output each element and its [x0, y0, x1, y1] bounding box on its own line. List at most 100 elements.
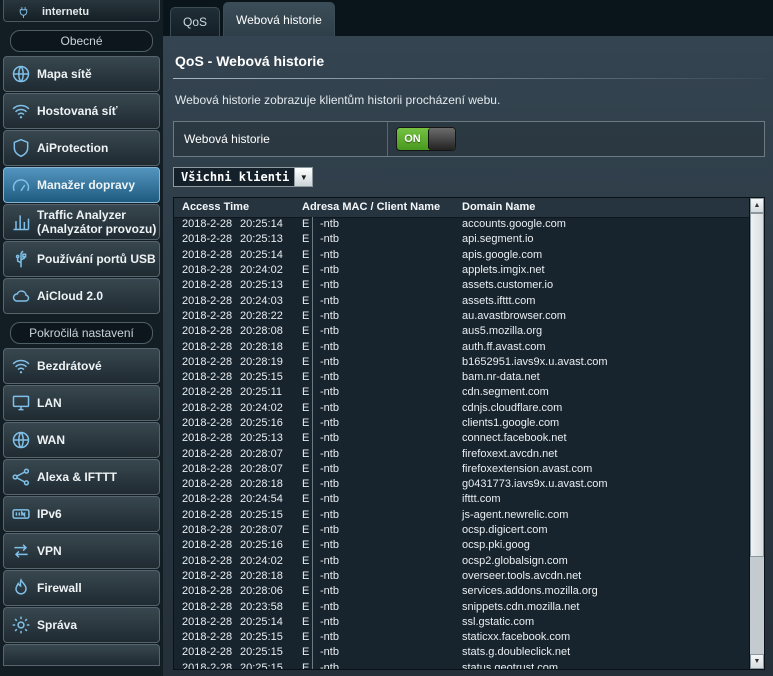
scrollbar-thumb[interactable] [750, 213, 764, 557]
table-row: 2018-2-2820:23:58E-ntbsnippets.cdn.mozil… [174, 599, 749, 614]
sidebar-item-sprava[interactable]: Správa [3, 607, 160, 643]
scroll-down-icon[interactable]: ▼ [750, 654, 764, 669]
sidebar-item-label: IPv6 [37, 507, 62, 521]
sidebar-item-bezdratove[interactable]: Bezdrátové [3, 348, 160, 384]
web-history-table: Access Time Adresa MAC / Client Name Dom… [173, 197, 765, 670]
domain-name-cell: connect.facebook.net [462, 432, 749, 445]
traffic-analyzer-icon [8, 212, 34, 232]
client-filter-value: Všichni klienti [174, 168, 294, 186]
sidebar-item-label: AiProtection [37, 141, 108, 155]
client-name-cell: -ntb [312, 630, 462, 645]
access-date: 2018-2-28 [182, 570, 240, 583]
access-clock: 20:24:02 [240, 264, 283, 277]
tab-qos[interactable]: QoS [170, 7, 220, 36]
domain-name-cell: staticxx.facebook.com [462, 631, 749, 644]
access-date: 2018-2-28 [182, 218, 240, 231]
access-date: 2018-2-28 [182, 295, 240, 308]
client-filter-dropdown[interactable]: Všichni klienti ▼ [173, 167, 313, 187]
access-date: 2018-2-28 [182, 371, 240, 384]
web-history-toggle-label: Webová historie [174, 122, 388, 156]
table-row: 2018-2-2820:28:18E-ntboverseer.tools.avc… [174, 569, 749, 584]
access-time-cell: 2018-2-2820:28:07 [174, 463, 302, 476]
internet-button[interactable]: internetu [3, 0, 160, 22]
access-date: 2018-2-28 [182, 325, 240, 338]
sidebar-section-title-obecne: Obecné [10, 30, 153, 52]
table-row: 2018-2-2820:28:19E-ntbb1652951.iavs9x.u.… [174, 355, 749, 370]
table-row: 2018-2-2820:25:13E-ntbassets.customer.io [174, 278, 749, 293]
tab-webova-historie[interactable]: Webová historie [223, 2, 335, 36]
sidebar-item-label: AiCloud 2.0 [37, 289, 103, 303]
access-clock: 20:28:07 [240, 448, 283, 461]
access-date: 2018-2-28 [182, 341, 240, 354]
access-date: 2018-2-28 [182, 601, 240, 614]
main-area: QoSWebová historie QoS - Webová historie… [163, 0, 773, 676]
mac-cell: E [302, 325, 312, 338]
sidebar-item-ipv6[interactable]: IPv6 [3, 496, 160, 532]
access-date: 2018-2-28 [182, 616, 240, 629]
access-time-cell: 2018-2-2820:25:14 [174, 249, 302, 262]
mac-cell: E [302, 539, 312, 552]
sidebar-item-manazer-dopravy[interactable]: Manažer dopravy [3, 167, 160, 203]
mac-cell: E [302, 646, 312, 659]
access-time-cell: 2018-2-2820:28:18 [174, 570, 302, 583]
table-scrollbar[interactable]: ▲ ▼ [749, 198, 764, 669]
client-name-cell: -ntb [312, 554, 462, 569]
access-clock: 20:25:16 [240, 417, 283, 430]
access-clock: 20:25:11 [240, 386, 282, 399]
sidebar-item-lan[interactable]: LAN [3, 385, 160, 421]
sidebar-item-vpn[interactable]: VPN [3, 533, 160, 569]
table-row: 2018-2-2820:25:11E-ntbcdn.segment.com [174, 385, 749, 400]
table-row: 2018-2-2820:25:15E-ntbstats.g.doubleclic… [174, 645, 749, 660]
access-date: 2018-2-28 [182, 386, 240, 399]
scroll-up-icon[interactable]: ▲ [750, 198, 764, 213]
traffic-manager-icon [8, 175, 34, 195]
access-clock: 20:25:16 [240, 539, 283, 552]
access-time-cell: 2018-2-2820:25:15 [174, 371, 302, 384]
header-access-time: Access Time [174, 200, 302, 215]
client-name-cell: -ntb [312, 232, 462, 247]
access-clock: 20:28:19 [240, 356, 283, 369]
access-time-cell: 2018-2-2820:28:06 [174, 585, 302, 598]
sidebar-item-aicloud-2-0[interactable]: AiCloud 2.0 [3, 278, 160, 314]
domain-name-cell: aus5.mozilla.org [462, 325, 749, 338]
sidebar-item-aiprotection[interactable]: AiProtection [3, 130, 160, 166]
domain-name-cell: g0431773.iavs9x.u.avast.com [462, 478, 749, 491]
access-clock: 20:23:58 [240, 601, 283, 614]
sidebar-section-title-pokrocila-nastaveni: Pokročilá nastavení [10, 322, 153, 344]
access-date: 2018-2-28 [182, 264, 240, 277]
mac-cell: E [302, 509, 312, 522]
access-date: 2018-2-28 [182, 524, 240, 537]
mac-cell: E [302, 555, 312, 568]
web-history-toggle[interactable]: ON [396, 127, 456, 151]
sidebar: internetu Obecné Mapa sítěHostovaná síť Ai… [0, 0, 163, 676]
domain-name-cell: cdnjs.cloudflare.com [462, 402, 749, 415]
sidebar-item-firewall[interactable]: Firewall [3, 570, 160, 606]
sidebar-item-pouzivani-portu-usb[interactable]: Používání portů USB [3, 241, 160, 277]
mac-cell: E [302, 310, 312, 323]
sidebar-item-alexa-ifttt[interactable]: Alexa & IFTTT [3, 459, 160, 495]
sidebar-item-mapa-site[interactable]: Mapa sítě [3, 56, 160, 92]
table-body: 2018-2-2820:25:14E-ntbaccounts.google.co… [174, 217, 749, 669]
client-name-cell: -ntb [312, 416, 462, 431]
sidebar-item-traffic-analyzer-analyzator-provozu[interactable]: Traffic Analyzer (Analyzátor provozu) [3, 204, 160, 240]
access-time-cell: 2018-2-2820:28:07 [174, 448, 302, 461]
client-name-cell: -ntb [312, 248, 462, 263]
domain-name-cell: stats.g.doubleclick.net [462, 646, 749, 659]
access-time-cell: 2018-2-2820:24:03 [174, 295, 302, 308]
access-clock: 20:24:03 [240, 295, 283, 308]
domain-name-cell: cdn.segment.com [462, 386, 749, 399]
mac-cell: E [302, 601, 312, 614]
access-date: 2018-2-28 [182, 631, 240, 644]
sidebar-item-wan[interactable]: WAN [3, 422, 160, 458]
access-time-cell: 2018-2-2820:25:14 [174, 616, 302, 629]
access-date: 2018-2-28 [182, 509, 240, 522]
access-clock: 20:28:08 [240, 325, 283, 338]
sidebar-item-cut-off[interactable] [3, 644, 160, 666]
client-filter-row: Všichni klienti ▼ [173, 167, 765, 187]
table-row: 2018-2-2820:24:03E-ntbassets.ifttt.com [174, 293, 749, 308]
aiprotection-shield-icon [8, 138, 34, 158]
sidebar-item-label: Traffic Analyzer (Analyzátor provozu) [37, 208, 157, 236]
administration-gear-icon [8, 615, 34, 635]
sidebar-item-hostovana-sit[interactable]: Hostovaná síť [3, 93, 160, 129]
header-domain: Domain Name [462, 200, 764, 215]
